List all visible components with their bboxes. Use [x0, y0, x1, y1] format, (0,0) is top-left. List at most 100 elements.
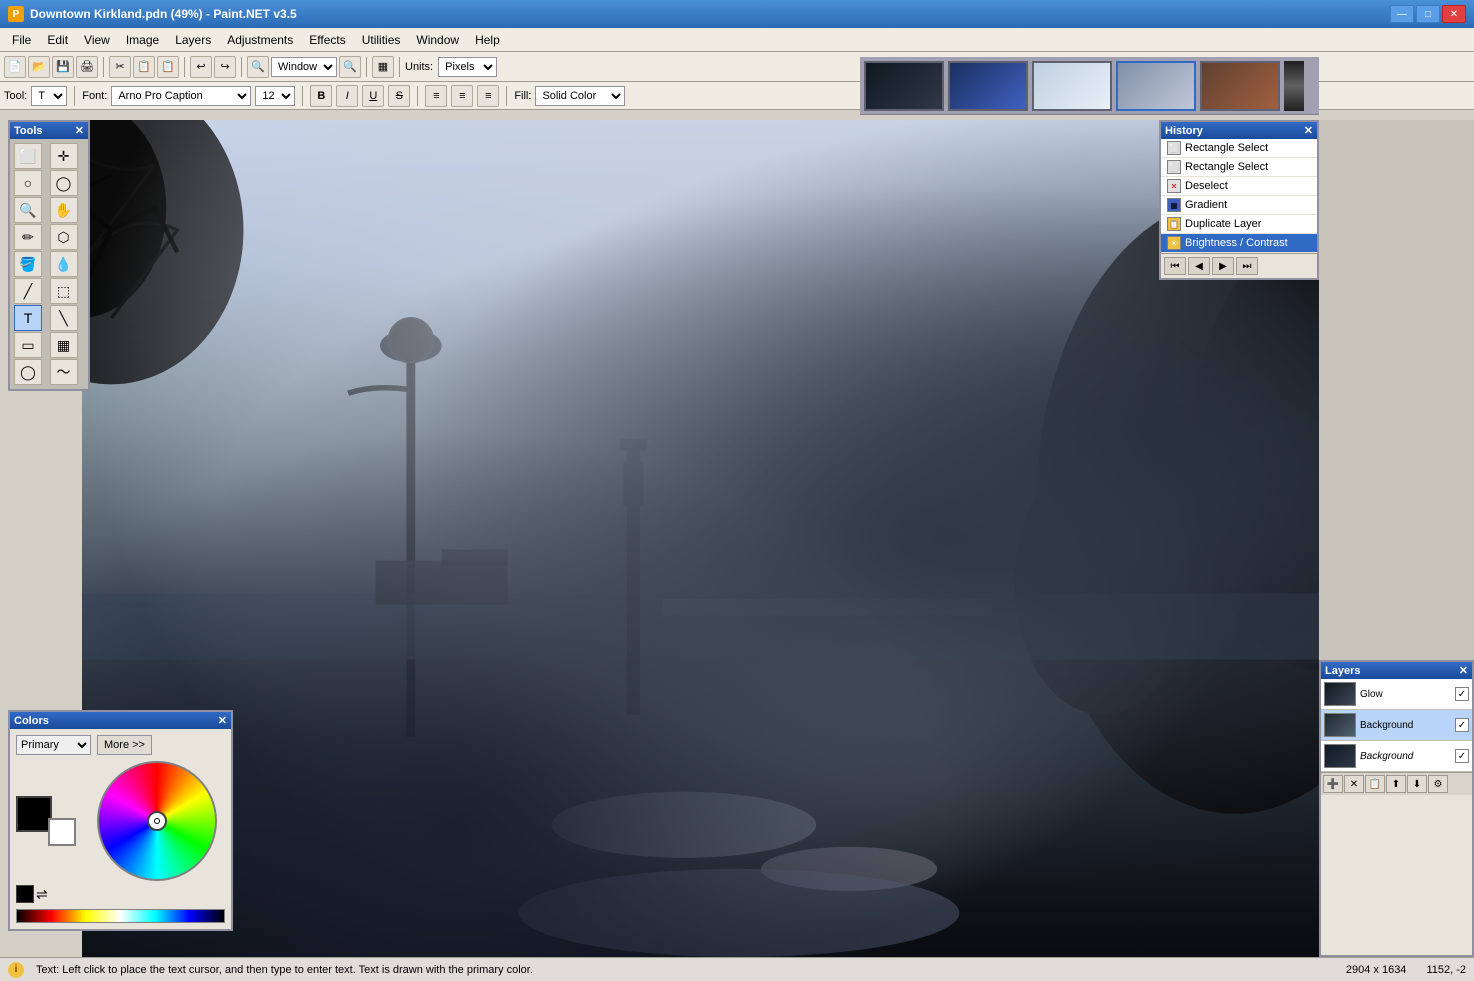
bold-button[interactable]: B	[310, 85, 332, 107]
tool-text[interactable]: T	[14, 305, 42, 331]
zoom-select[interactable]: Window 49%100%	[271, 57, 337, 77]
cut-button[interactable]: ✂	[109, 56, 131, 78]
paste-button[interactable]: 📋	[157, 56, 179, 78]
tool-zoom[interactable]: 🔍	[14, 197, 42, 223]
canvas-container[interactable]	[82, 120, 1319, 957]
history-item-1[interactable]: ⬜ Rectangle Select	[1161, 158, 1317, 177]
fontsize-select[interactable]: 12	[255, 86, 295, 106]
tool-brush[interactable]: ╱	[14, 278, 42, 304]
font-select[interactable]: Arno Pro Caption	[111, 86, 251, 106]
units-select[interactable]: Pixels Inches	[438, 57, 497, 77]
layers-delete-button[interactable]: ✕	[1344, 775, 1364, 793]
tool-shapes[interactable]: ▭	[14, 332, 42, 358]
thumbnail-5[interactable]	[1200, 61, 1280, 111]
separator-f3	[417, 86, 418, 106]
tool-colorpicker[interactable]: 💧	[50, 251, 78, 277]
history-last-button[interactable]: ⏭	[1236, 257, 1258, 275]
secondary-color-swatch[interactable]	[48, 818, 76, 846]
layers-up-button[interactable]: ⬆	[1386, 775, 1406, 793]
tool-freehand[interactable]: 〜	[50, 359, 78, 385]
thumbnail-2[interactable]	[948, 61, 1028, 111]
history-item-2[interactable]: ✕ Deselect	[1161, 177, 1317, 196]
tool-gradient[interactable]: ▦	[50, 332, 78, 358]
menu-window[interactable]: Window	[408, 31, 467, 49]
copy-button[interactable]: 📋	[133, 56, 155, 78]
tool-rectangle-select[interactable]: ⬜	[14, 143, 42, 169]
tool-ellipse[interactable]: ◯	[14, 359, 42, 385]
menu-view[interactable]: View	[76, 31, 118, 49]
undo-button[interactable]: ↩	[190, 56, 212, 78]
thumbnail-1[interactable]	[864, 61, 944, 111]
layer-visible-1[interactable]: ✓	[1455, 718, 1469, 732]
more-colors-button[interactable]: More >>	[97, 735, 152, 755]
layer-visible-0[interactable]: ✓	[1455, 687, 1469, 701]
tool-pencil[interactable]: ✏	[14, 224, 42, 250]
history-item-0[interactable]: ⬜ Rectangle Select	[1161, 139, 1317, 158]
close-button[interactable]: ✕	[1442, 5, 1466, 23]
menu-file[interactable]: File	[4, 31, 39, 49]
history-close-icon[interactable]: ✕	[1304, 124, 1313, 137]
menu-edit[interactable]: Edit	[39, 31, 76, 49]
layers-duplicate-button[interactable]: 📋	[1365, 775, 1385, 793]
italic-button[interactable]: I	[336, 85, 358, 107]
menu-utilities[interactable]: Utilities	[354, 31, 409, 49]
menu-effects[interactable]: Effects	[301, 31, 353, 49]
tool-clone[interactable]: ⬚	[50, 278, 78, 304]
tool-select[interactable]: T	[31, 86, 67, 106]
color-wheel[interactable]	[97, 761, 217, 881]
open-button[interactable]: 📂	[28, 56, 50, 78]
tool-lasso[interactable]: ○	[14, 170, 42, 196]
history-icon-5: ☀	[1167, 236, 1181, 250]
menu-adjustments[interactable]: Adjustments	[219, 31, 301, 49]
layer-item-1[interactable]: Background ✓	[1321, 710, 1472, 741]
menu-help[interactable]: Help	[467, 31, 508, 49]
tool-eraser[interactable]: ⬡	[50, 224, 78, 250]
align-right-button[interactable]: ≡	[477, 85, 499, 107]
layer-item-2[interactable]: Background ✓	[1321, 741, 1472, 772]
thumbnail-4[interactable]	[1116, 61, 1196, 111]
tool-pan[interactable]: ✋	[50, 197, 78, 223]
tool-ellipse-select[interactable]: ◯	[50, 170, 78, 196]
menu-image[interactable]: Image	[118, 31, 167, 49]
swap-colors-button[interactable]: ⇌	[36, 886, 48, 903]
history-panel: History ✕ ⬜ Rectangle Select ⬜ Rectangle…	[1159, 120, 1319, 280]
history-item-5[interactable]: ☀ Brightness / Contrast	[1161, 234, 1317, 253]
history-first-button[interactable]: ⏮	[1164, 257, 1186, 275]
strikethrough-button[interactable]: S	[388, 85, 410, 107]
minimize-button[interactable]: —	[1390, 5, 1414, 23]
separator-3	[241, 57, 242, 77]
layers-down-button[interactable]: ⬇	[1407, 775, 1427, 793]
history-next-button[interactable]: ▶	[1212, 257, 1234, 275]
zoom-in-button[interactable]: 🔍	[339, 56, 361, 78]
save-button[interactable]: 💾	[52, 56, 74, 78]
align-left-button[interactable]: ≡	[425, 85, 447, 107]
color-gradient-bar[interactable]	[16, 909, 225, 923]
align-center-button[interactable]: ≡	[451, 85, 473, 107]
zoom-out-button[interactable]: 🔍	[247, 56, 269, 78]
tool-paintbucket[interactable]: 🪣	[14, 251, 42, 277]
redo-button[interactable]: ↪	[214, 56, 236, 78]
layers-close-icon[interactable]: ✕	[1459, 664, 1468, 677]
layer-visible-2[interactable]: ✓	[1455, 749, 1469, 763]
history-item-4[interactable]: 📋 Duplicate Layer	[1161, 215, 1317, 234]
layer-item-0[interactable]: Glow ✓	[1321, 679, 1472, 710]
black-swatch[interactable]	[16, 885, 34, 903]
toolbox-close-icon[interactable]: ✕	[75, 124, 84, 137]
tool-move[interactable]: ✛	[50, 143, 78, 169]
layers-add-button[interactable]: ➕	[1323, 775, 1343, 793]
grid-button[interactable]: ▦	[372, 56, 394, 78]
colors-close-icon[interactable]: ✕	[218, 714, 227, 727]
menu-layers[interactable]: Layers	[167, 31, 219, 49]
fill-select[interactable]: Solid Color	[535, 86, 625, 106]
thumbnail-3[interactable]	[1032, 61, 1112, 111]
history-item-3[interactable]: ▦ Gradient	[1161, 196, 1317, 215]
maximize-button[interactable]: □	[1416, 5, 1440, 23]
history-prev-button[interactable]: ◀	[1188, 257, 1210, 275]
print-button[interactable]: 🖨	[76, 56, 98, 78]
tool-line[interactable]: ╲	[50, 305, 78, 331]
primary-color-swatch[interactable]	[16, 796, 52, 832]
new-button[interactable]: 📄	[4, 56, 26, 78]
layers-properties-button[interactable]: ⚙	[1428, 775, 1448, 793]
primary-select[interactable]: Primary Secondary	[16, 735, 91, 755]
underline-button[interactable]: U	[362, 85, 384, 107]
